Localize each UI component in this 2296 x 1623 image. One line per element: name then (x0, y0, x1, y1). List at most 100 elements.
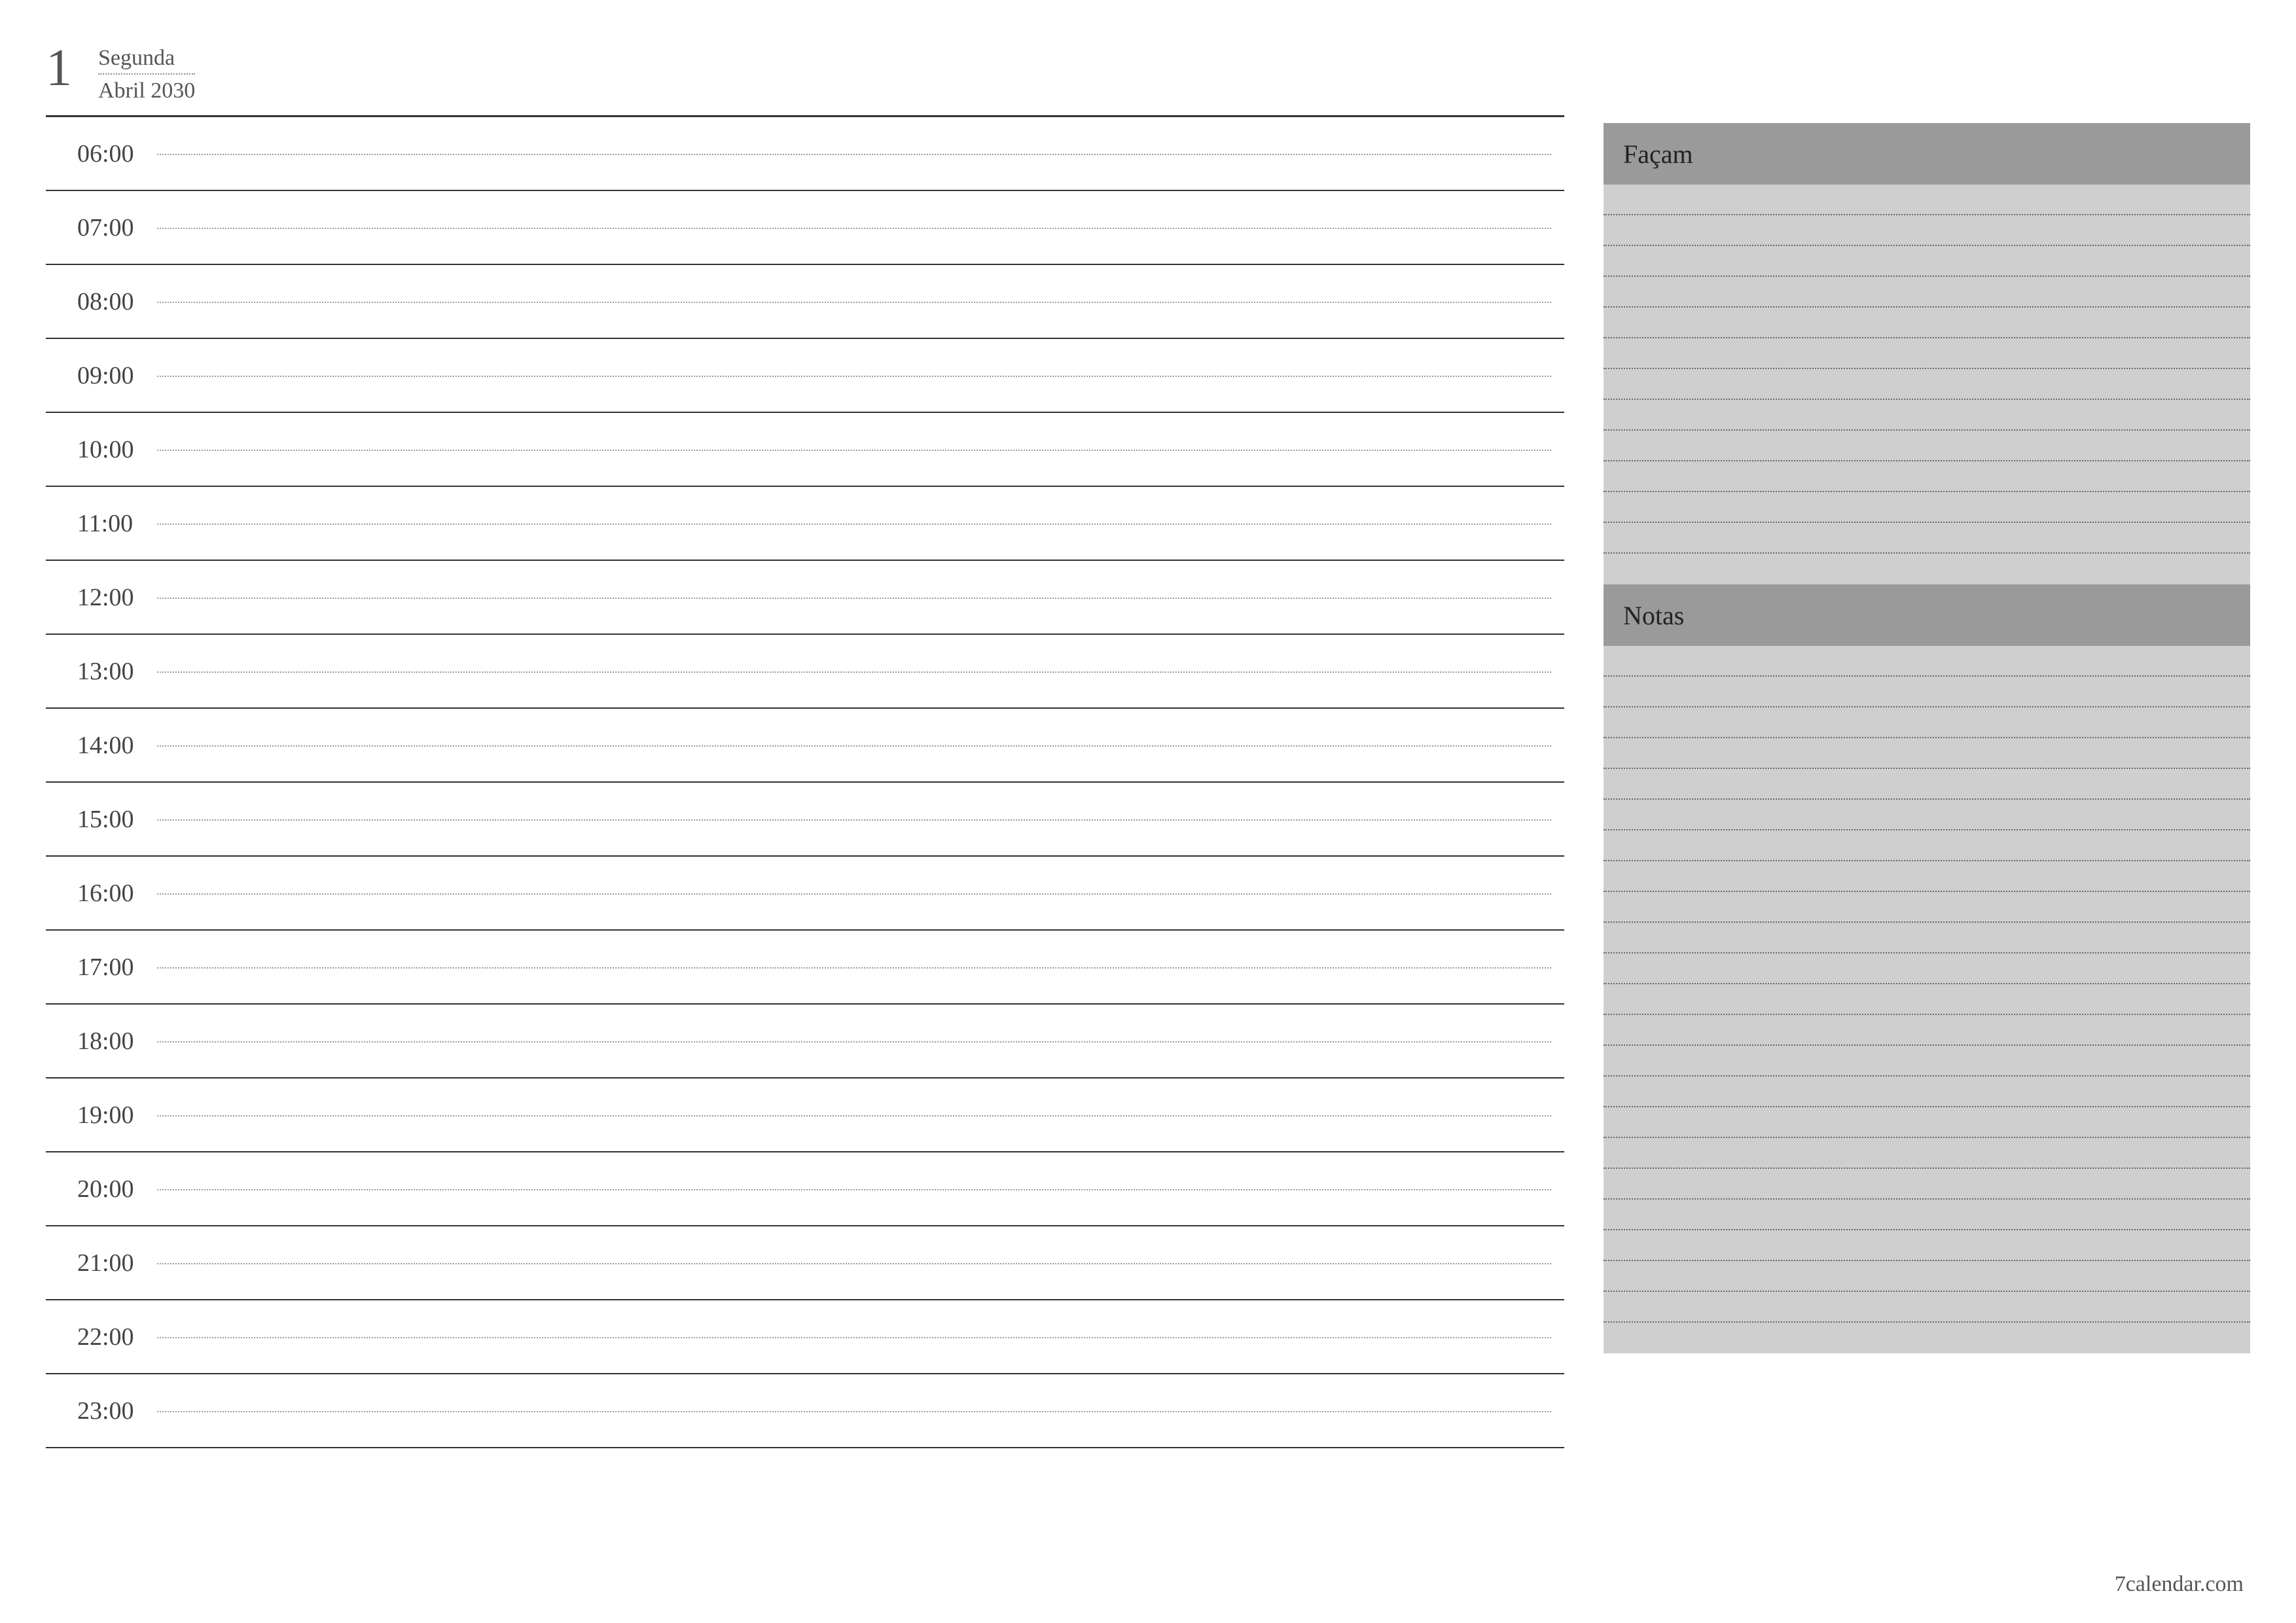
hour-label: 17:00 (46, 931, 157, 1003)
hour-writing-area (157, 117, 1551, 190)
notes-line (1604, 1015, 2250, 1046)
notes-line (1604, 1261, 2250, 1292)
notes-line (1604, 800, 2250, 830)
hour-label: 08:00 (46, 265, 157, 338)
todo-line (1604, 308, 2250, 338)
notes-line (1604, 1046, 2250, 1077)
todo-line (1604, 461, 2250, 492)
hour-label: 20:00 (46, 1152, 157, 1225)
hour-row: 06:00 (46, 117, 1564, 191)
hour-row: 19:00 (46, 1079, 1564, 1152)
notes-line (1604, 892, 2250, 923)
hour-label: 15:00 (46, 783, 157, 855)
notes-line (1604, 677, 2250, 707)
hourly-schedule: 06:0007:0008:0009:0010:0011:0012:0013:00… (46, 115, 1564, 1448)
month-year-label: Abril 2030 (98, 79, 195, 103)
hour-row: 17:00 (46, 931, 1564, 1005)
hour-label: 16:00 (46, 857, 157, 929)
notes-header: Notas (1604, 584, 2250, 646)
notes-line (1604, 646, 2250, 677)
hour-row: 20:00 (46, 1152, 1564, 1226)
hour-writing-area (157, 1300, 1551, 1373)
todo-line (1604, 492, 2250, 523)
hour-label: 14:00 (46, 709, 157, 781)
hour-label: 13:00 (46, 635, 157, 707)
hour-writing-area (157, 635, 1551, 707)
date-header: 1 Segunda Abril 2030 (46, 39, 1564, 115)
todo-line (1604, 431, 2250, 461)
hour-writing-area (157, 1079, 1551, 1151)
notes-body (1604, 646, 2250, 1353)
todo-line (1604, 554, 2250, 584)
todo-body (1604, 185, 2250, 584)
hour-row: 21:00 (46, 1226, 1564, 1300)
hour-label: 09:00 (46, 339, 157, 412)
notes-line (1604, 1200, 2250, 1230)
hour-writing-area (157, 339, 1551, 412)
hour-writing-area (157, 1374, 1551, 1447)
hour-writing-area (157, 709, 1551, 781)
hour-row: 23:00 (46, 1374, 1564, 1448)
todo-line (1604, 369, 2250, 400)
notes-line (1604, 830, 2250, 861)
day-meta: Segunda Abril 2030 (98, 39, 195, 103)
notes-line (1604, 1292, 2250, 1323)
todo-line (1604, 215, 2250, 246)
hour-writing-area (157, 1152, 1551, 1225)
notes-line (1604, 1169, 2250, 1200)
notes-panel: Notas (1604, 584, 2250, 1353)
notes-line (1604, 1077, 2250, 1107)
notes-line (1604, 738, 2250, 769)
hour-label: 22:00 (46, 1300, 157, 1373)
hour-writing-area (157, 265, 1551, 338)
hour-row: 09:00 (46, 339, 1564, 413)
hour-row: 11:00 (46, 487, 1564, 561)
hour-label: 12:00 (46, 561, 157, 633)
hour-writing-area (157, 561, 1551, 633)
notes-line (1604, 1107, 2250, 1138)
todo-line (1604, 338, 2250, 369)
todo-header: Façam (1604, 123, 2250, 185)
planner-page: 1 Segunda Abril 2030 06:0007:0008:0009:0… (0, 0, 2296, 1474)
notes-line (1604, 769, 2250, 800)
notes-line (1604, 861, 2250, 892)
hour-label: 11:00 (46, 487, 157, 560)
hour-writing-area (157, 191, 1551, 264)
hour-label: 19:00 (46, 1079, 157, 1151)
notes-line (1604, 1323, 2250, 1353)
todo-line (1604, 246, 2250, 277)
hour-row: 12:00 (46, 561, 1564, 635)
weekday-label: Segunda (98, 46, 195, 75)
hour-row: 10:00 (46, 413, 1564, 487)
hour-row: 16:00 (46, 857, 1564, 931)
right-column: Façam Notas (1604, 39, 2250, 1448)
notes-line (1604, 1138, 2250, 1169)
hour-writing-area (157, 487, 1551, 560)
hour-row: 15:00 (46, 783, 1564, 857)
notes-line (1604, 1230, 2250, 1261)
hour-label: 21:00 (46, 1226, 157, 1299)
hour-row: 07:00 (46, 191, 1564, 265)
left-column: 1 Segunda Abril 2030 06:0007:0008:0009:0… (46, 39, 1564, 1448)
day-number: 1 (46, 39, 72, 94)
hour-label: 10:00 (46, 413, 157, 486)
hour-label: 18:00 (46, 1005, 157, 1077)
todo-panel: Façam (1604, 123, 2250, 584)
hour-writing-area (157, 783, 1551, 855)
hour-writing-area (157, 857, 1551, 929)
hour-writing-area (157, 413, 1551, 486)
hour-row: 13:00 (46, 635, 1564, 709)
todo-line (1604, 185, 2250, 215)
hour-writing-area (157, 1005, 1551, 1077)
notes-line (1604, 984, 2250, 1015)
hour-writing-area (157, 931, 1551, 1003)
todo-line (1604, 277, 2250, 308)
todo-line (1604, 400, 2250, 431)
hour-row: 14:00 (46, 709, 1564, 783)
notes-line (1604, 923, 2250, 954)
notes-line (1604, 707, 2250, 738)
hour-row: 08:00 (46, 265, 1564, 339)
hour-writing-area (157, 1226, 1551, 1299)
hour-label: 23:00 (46, 1374, 157, 1447)
todo-line (1604, 523, 2250, 554)
